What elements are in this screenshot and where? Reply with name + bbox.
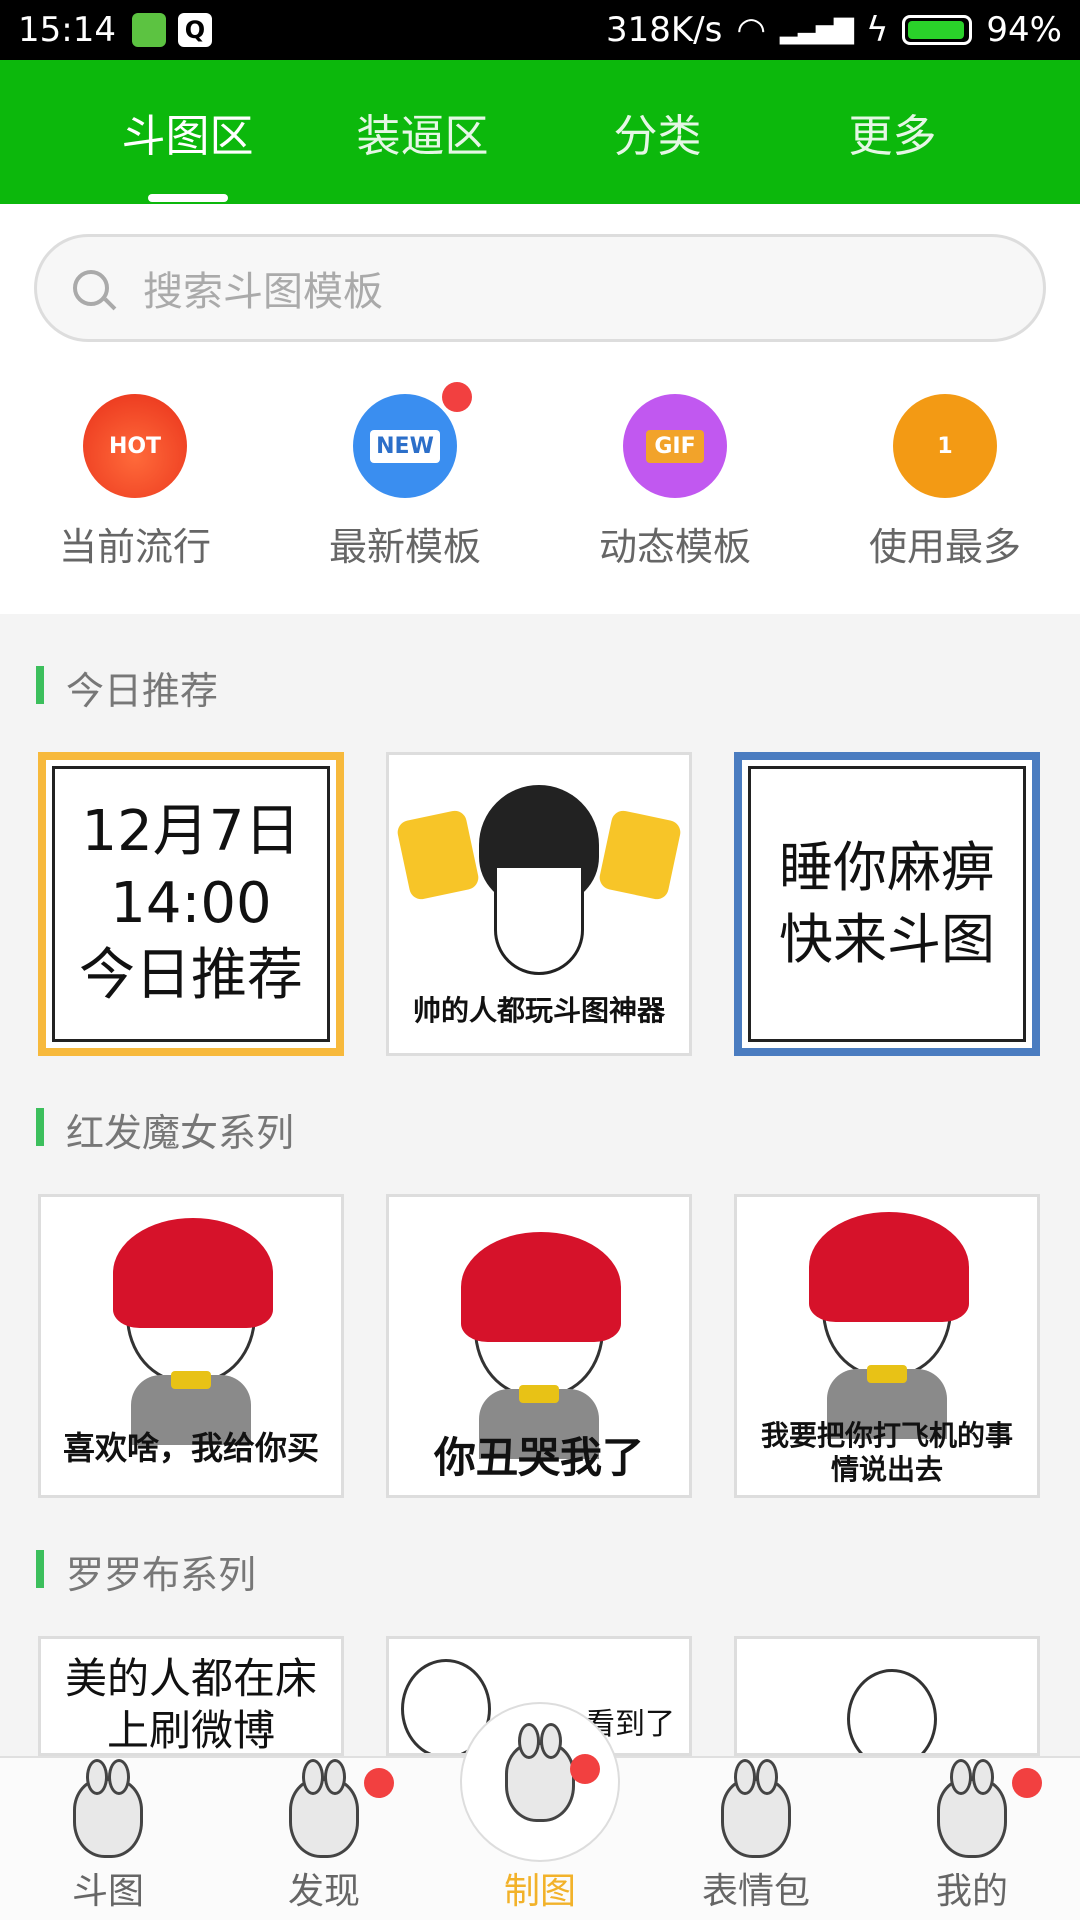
category-label: 最新模板 xyxy=(328,525,481,569)
section-title: 红发魔女系列 xyxy=(36,1102,294,1157)
tab-doutu[interactable]: 斗图区 xyxy=(98,100,278,164)
top-panel: 搜索斗图模板 HOT 当前流行 NEW 最新模板 GIF 动态模板 1 使用最多 xyxy=(0,204,1080,614)
clock: 15:14 xyxy=(18,10,116,50)
nav-doutu[interactable]: 斗图 xyxy=(0,1758,216,1920)
template-card[interactable]: 睡你麻痹 快来斗图 xyxy=(734,752,1040,1056)
top-tab-bar: 斗图区 装逼区 分类 更多 xyxy=(0,60,1080,204)
nav-label: 表情包 xyxy=(701,1871,810,1912)
make-button[interactable] xyxy=(460,1702,620,1862)
sticker-image xyxy=(847,1669,937,1753)
nav-label: 制图 xyxy=(503,1871,576,1912)
section-title: 罗罗布系列 xyxy=(36,1544,256,1599)
tab-more[interactable]: 更多 xyxy=(803,100,983,164)
bunny-icon xyxy=(289,1759,359,1858)
card-caption: 帅的人都玩斗图神器 xyxy=(412,994,665,1027)
card-caption: 睡你麻痹 快来斗图 xyxy=(779,836,995,971)
template-card[interactable]: 你丑哭我了 xyxy=(386,1194,692,1498)
category-trending[interactable]: HOT 当前流行 xyxy=(0,394,270,571)
battery-saver-icon xyxy=(131,13,166,47)
card-caption: 美的人都在床上刷微博 xyxy=(64,1654,317,1755)
template-card[interactable]: 12月7日 14:00 今日推荐 xyxy=(38,752,344,1056)
bottom-nav: 斗图 发现 制图 表情包 我的 xyxy=(0,1702,1080,1920)
search-icon xyxy=(73,270,109,306)
notification-dot xyxy=(570,1754,600,1784)
notification-dot xyxy=(1012,1768,1042,1798)
gif-icon: GIF xyxy=(623,394,727,498)
bunny-icon xyxy=(937,1759,1007,1858)
card-caption: 12月7日 14:00 今日推荐 xyxy=(79,799,303,1008)
template-card[interactable] xyxy=(734,1636,1040,1756)
category-newest[interactable]: NEW 最新模板 xyxy=(270,382,540,571)
template-card[interactable]: 我要把你打飞机的事情说出去 xyxy=(734,1194,1040,1498)
card-caption: 喜欢啥，我给你买 xyxy=(62,1429,319,1467)
sticker-image xyxy=(809,1212,969,1439)
notification-dot xyxy=(442,382,472,412)
category-label: 使用最多 xyxy=(868,525,1021,569)
section-title: 今日推荐 xyxy=(36,660,218,715)
category-label: 动态模板 xyxy=(598,525,751,569)
nav-make[interactable]: 制图 xyxy=(432,1702,648,1920)
sticker-image xyxy=(113,1218,273,1445)
signal-icon: ▂▃▅▇ xyxy=(780,15,854,45)
search-placeholder: 搜索斗图模板 xyxy=(143,269,383,315)
template-card[interactable]: 帅的人都玩斗图神器 xyxy=(386,752,692,1056)
nav-label: 我的 xyxy=(935,1871,1008,1912)
battery-icon xyxy=(902,15,973,45)
category-most-used[interactable]: 1 使用最多 xyxy=(810,394,1080,571)
category-label: 当前流行 xyxy=(58,525,211,569)
bunny-icon xyxy=(505,1723,575,1822)
tab-category[interactable]: 分类 xyxy=(568,100,748,164)
card-caption: 你丑哭我了 xyxy=(433,1433,644,1482)
nav-label: 斗图 xyxy=(71,1871,144,1912)
sticker-card-right xyxy=(597,808,683,902)
sticker-image xyxy=(479,785,599,975)
search-input[interactable]: 搜索斗图模板 xyxy=(34,234,1046,342)
nav-discover[interactable]: 发现 xyxy=(216,1758,432,1920)
template-card[interactable]: 喜欢啥，我给你买 xyxy=(38,1194,344,1498)
battery-percent: 94% xyxy=(986,10,1062,50)
card-caption: 我要把你打飞机的事情说出去 xyxy=(760,1419,1013,1486)
bunny-icon xyxy=(73,1759,143,1858)
sticker-card-left xyxy=(395,808,481,902)
bunny-icon xyxy=(721,1759,791,1858)
charging-icon: ϟ xyxy=(865,10,889,50)
nav-emoji-pack[interactable]: 表情包 xyxy=(648,1758,864,1920)
template-card[interactable]: 美的人都在床上刷微博 xyxy=(38,1636,344,1756)
category-animated[interactable]: GIF 动态模板 xyxy=(540,394,810,571)
trophy-icon: 1 xyxy=(893,394,997,498)
tab-zhuangbi[interactable]: 装逼区 xyxy=(333,100,513,164)
hot-icon: HOT xyxy=(83,394,187,498)
nav-me[interactable]: 我的 xyxy=(864,1758,1080,1920)
notification-dot xyxy=(364,1768,394,1798)
new-icon: NEW xyxy=(353,394,457,498)
qq-icon: Q xyxy=(177,13,212,47)
status-bar: 15:14 Q 318K/s ◠ ▂▃▅▇ ϟ 94% xyxy=(0,0,1080,60)
wifi-icon: ◠ xyxy=(736,10,766,50)
category-row: HOT 当前流行 NEW 最新模板 GIF 动态模板 1 使用最多 xyxy=(0,382,1080,571)
network-speed: 318K/s xyxy=(605,10,723,50)
nav-label: 发现 xyxy=(287,1871,360,1912)
